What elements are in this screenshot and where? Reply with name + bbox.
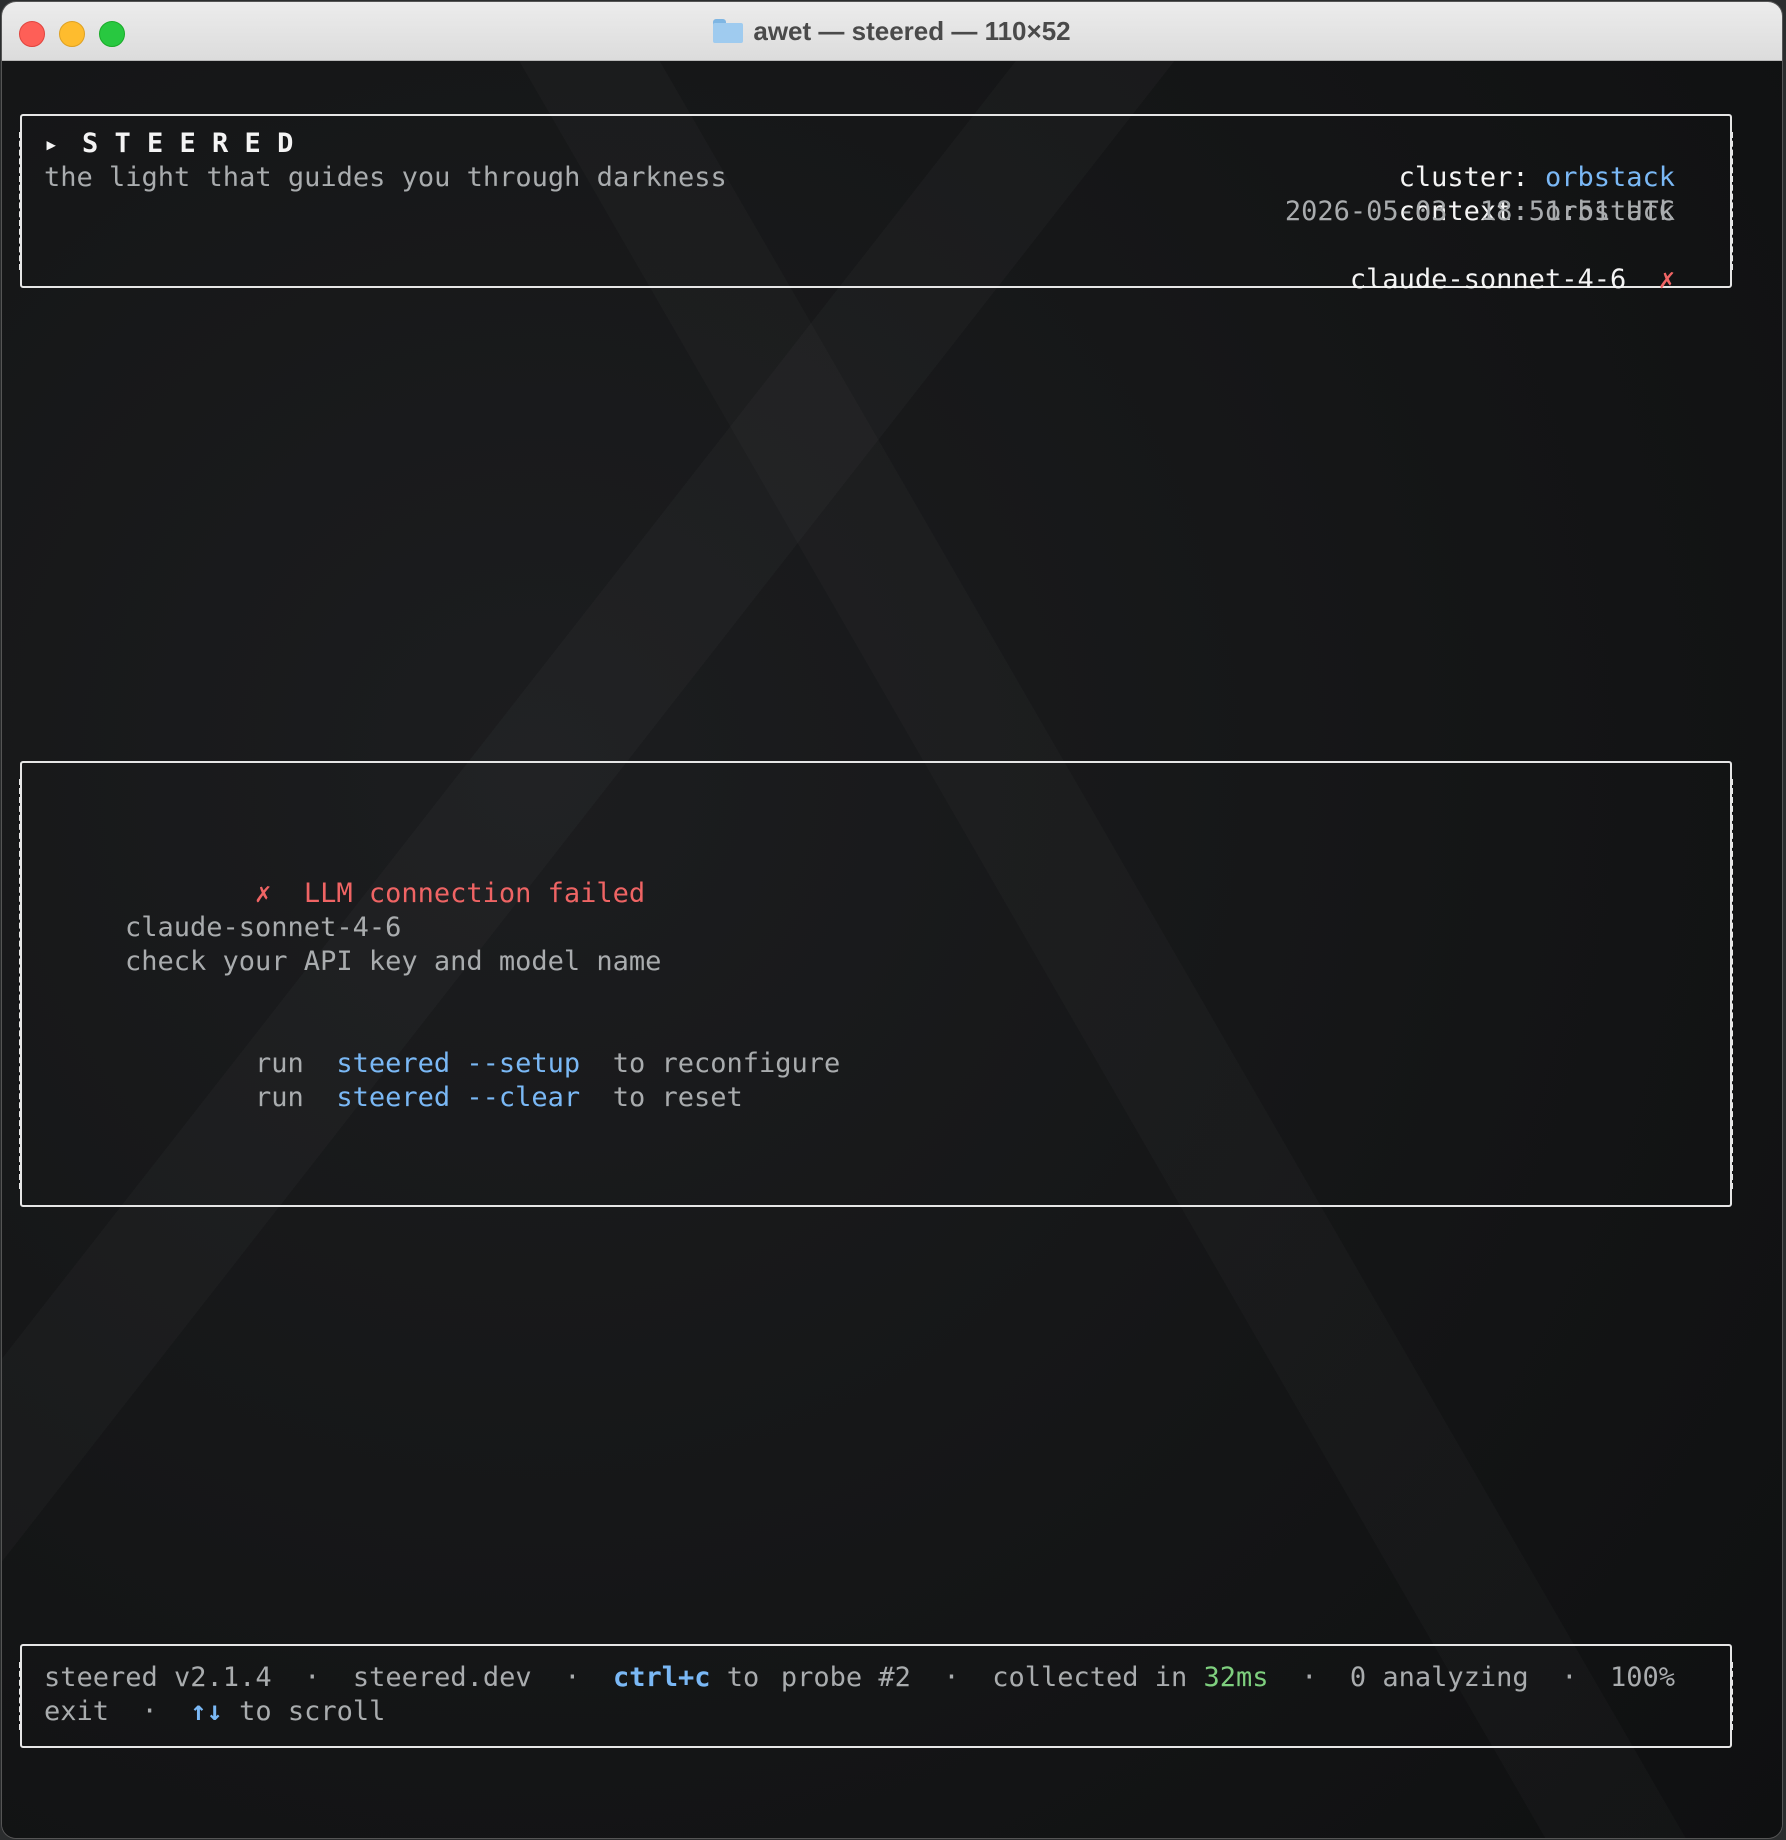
separator: · xyxy=(1561,1662,1578,1693)
clear-command-row: run steered --clear to reset xyxy=(125,1047,743,1149)
status-right: probe #2 · collected in 32ms · 0 analyzi… xyxy=(781,1661,1675,1695)
probe-count: probe #2 xyxy=(780,1662,911,1693)
separator: · xyxy=(1301,1662,1318,1693)
scroll-arrows-icon: ↑↓ xyxy=(190,1696,223,1727)
clear-prefix: run xyxy=(255,1082,304,1113)
window-title-text: awet — steered — 110×52 xyxy=(753,15,1071,46)
version: steered v2.1.4 xyxy=(44,1662,272,1693)
model-name: claude-sonnet-4-6 xyxy=(1349,264,1627,295)
separator: · xyxy=(564,1662,581,1693)
error-hint: check your API key and model name xyxy=(125,946,662,977)
model-status-icon: ✗ xyxy=(1658,264,1675,295)
status-line-2: exit · ↑↓ to scroll xyxy=(44,1695,385,1729)
terminal-window: awet — steered — 110×52 ▸ S T E E R E D … xyxy=(2,2,1782,1838)
site-link[interactable]: steered.dev xyxy=(353,1662,532,1693)
progress-percent: 100% xyxy=(1609,1662,1675,1693)
separator: · xyxy=(141,1696,158,1727)
datetime: 2026-05-03 18:51:51 UTC xyxy=(1284,196,1675,227)
clear-suffix: to reset xyxy=(612,1082,743,1113)
error-model: claude-sonnet-4-6 xyxy=(125,912,402,943)
status-bar: steered v2.1.4 · steered.dev · ctrl+c to… xyxy=(19,1644,1733,1748)
folder-icon xyxy=(713,19,744,43)
header-box: ▸ S T E E R E D the light that guides yo… xyxy=(19,114,1733,295)
play-icon: ▸ xyxy=(44,130,59,158)
separator: · xyxy=(304,1662,321,1693)
error-icon: ✗ xyxy=(255,878,272,909)
scroll-text: to scroll xyxy=(239,1696,386,1727)
error-panel: ✗ LLM connection failed claude-sonnet-4-… xyxy=(19,761,1733,1207)
separator: · xyxy=(943,1662,960,1693)
ctrl-c-to: to xyxy=(726,1662,760,1693)
window-title: awet — steered — 110×52 xyxy=(2,2,1782,60)
clear-command[interactable]: steered --clear xyxy=(336,1082,580,1113)
exit-text: exit xyxy=(44,1696,110,1727)
error-title: LLM connection failed xyxy=(303,878,646,909)
title-bar: awet — steered — 110×52 xyxy=(2,2,1782,61)
tagline: the light that guides you through darkne… xyxy=(44,162,727,193)
model-row: claude-sonnet-4-6 ✗ xyxy=(1220,229,1675,331)
status-line-1: steered v2.1.4 · steered.dev · ctrl+c to xyxy=(44,1661,759,1695)
terminal-content[interactable]: ▸ S T E E R E D the light that guides yo… xyxy=(2,61,1782,1838)
ctrl-c-key: ctrl+c xyxy=(612,1662,711,1693)
brand-title: S T E E R E D xyxy=(82,128,294,159)
analyzing-count: 0 analyzing xyxy=(1349,1662,1529,1693)
collected-time: 32ms xyxy=(1203,1662,1269,1693)
collected-label: collected in xyxy=(992,1662,1188,1693)
